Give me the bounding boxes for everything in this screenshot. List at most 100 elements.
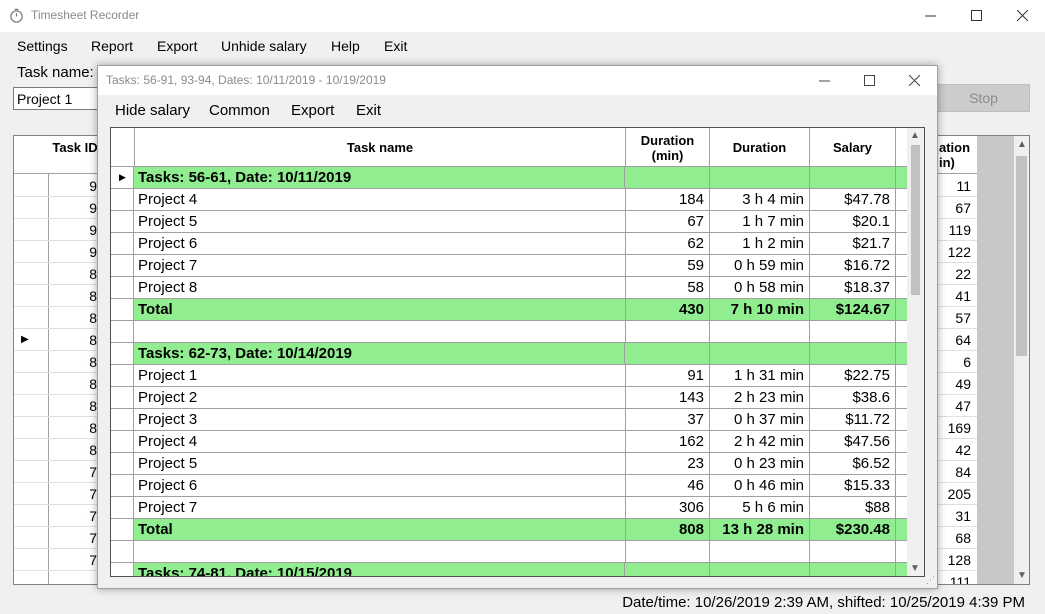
minimize-button[interactable]: [907, 0, 953, 30]
resize-grip-icon[interactable]: ⋰: [926, 575, 935, 586]
row-header[interactable]: [111, 189, 134, 210]
table-row[interactable]: Project 6 62 1 h 2 min $21.7: [111, 233, 908, 255]
menu-help[interactable]: Help: [331, 38, 360, 54]
total-row[interactable]: Total 808 13 h 28 min $230.48: [111, 519, 908, 541]
row-header[interactable]: [111, 365, 134, 386]
salary-cell: $16.72: [810, 255, 896, 276]
duration-cell: 0 h 59 min: [710, 255, 810, 276]
main-menu-bar: Settings Report Export Unhide salary Hel…: [0, 32, 1045, 60]
task-id-cell: 7: [50, 552, 100, 570]
task-id-cell: 7: [50, 508, 100, 526]
menu-settings[interactable]: Settings: [17, 38, 68, 54]
duration-min-cell: 306: [626, 497, 710, 518]
group-header-row[interactable]: Tasks: 62-73, Date: 10/14/2019: [111, 343, 908, 365]
salary-cell: $124.67: [810, 299, 896, 320]
scroll-up-icon[interactable]: ▲: [910, 130, 920, 141]
task-name-cell: [135, 541, 626, 562]
table-row[interactable]: Project 2 143 2 h 23 min $38.6: [111, 387, 908, 409]
column-header-salary[interactable]: Salary: [810, 128, 896, 167]
row-header[interactable]: ▶: [111, 167, 134, 188]
table-row[interactable]: Project 8 58 0 h 58 min $18.37: [111, 277, 908, 299]
row-header[interactable]: [111, 497, 134, 518]
table-row[interactable]: Project 4 162 2 h 42 min $47.56: [111, 431, 908, 453]
menu-common[interactable]: Common: [209, 102, 270, 119]
table-row[interactable]: Project 3 37 0 h 37 min $11.72: [111, 409, 908, 431]
task-name-input[interactable]: Project 1: [13, 87, 108, 110]
menu-report[interactable]: Report: [91, 38, 133, 54]
duration-cell: 205: [947, 486, 971, 502]
column-header-task-name[interactable]: Task name: [135, 128, 626, 167]
table-row[interactable]: Project 7 306 5 h 6 min $88: [111, 497, 908, 519]
row-header[interactable]: [111, 255, 134, 276]
empty-cell: [810, 563, 896, 576]
minimize-icon: [818, 80, 830, 81]
total-row[interactable]: Total 430 7 h 10 min $124.67: [111, 299, 908, 321]
duration-cell: 47: [955, 398, 971, 414]
row-header[interactable]: [111, 277, 134, 298]
dialog-close-button[interactable]: [891, 66, 937, 94]
spacer-row[interactable]: [111, 541, 908, 563]
task-id-cell: 9: [50, 222, 100, 240]
dialog-maximize-button[interactable]: [846, 66, 892, 94]
row-header[interactable]: [111, 431, 134, 452]
duration-min-cell: 23: [626, 453, 710, 474]
close-button[interactable]: [999, 0, 1045, 30]
report-grid-scrollbar[interactable]: ▲ ▼: [907, 128, 924, 576]
salary-cell: $6.52: [810, 453, 896, 474]
task-id-cell: 9: [50, 178, 100, 196]
spacer-row[interactable]: [111, 321, 908, 343]
scroll-down-icon[interactable]: ▼: [1017, 570, 1027, 581]
scroll-up-icon[interactable]: ▲: [1017, 139, 1027, 150]
row-header[interactable]: [111, 475, 134, 496]
task-name-cell: Project 5: [135, 211, 626, 232]
row-header[interactable]: [111, 299, 134, 320]
row-header[interactable]: [111, 563, 134, 576]
duration-cell: 11: [956, 178, 971, 194]
row-header[interactable]: [111, 541, 134, 562]
maximize-button[interactable]: [953, 0, 999, 30]
table-row[interactable]: Project 4 184 3 h 4 min $47.78: [111, 189, 908, 211]
task-name-cell: Project 6: [135, 475, 626, 496]
menu-export[interactable]: Export: [291, 102, 334, 119]
task-name-cell: Project 1: [135, 365, 626, 386]
scroll-down-icon[interactable]: ▼: [910, 563, 920, 574]
column-header-task-id[interactable]: Task ID: [50, 140, 100, 155]
row-header[interactable]: [111, 211, 134, 232]
duration-cell: 169: [947, 420, 971, 436]
group-title-cell: Tasks: 62-73, Date: 10/14/2019: [135, 343, 625, 364]
row-header[interactable]: [111, 519, 134, 540]
menu-export[interactable]: Export: [157, 38, 197, 54]
duration-cell: 2 h 42 min: [710, 431, 810, 452]
tasks-grid-scrollbar[interactable]: ▲ ▼: [1014, 136, 1029, 584]
group-title-cell: Tasks: 74-81, Date: 10/15/2019: [135, 563, 625, 576]
menu-exit[interactable]: Exit: [384, 38, 407, 54]
column-header-duration-min[interactable]: Duration (min): [626, 128, 710, 167]
row-header[interactable]: [111, 387, 134, 408]
report-grid[interactable]: Task name Duration (min) Duration Salary…: [110, 127, 925, 577]
group-header-row[interactable]: ▶ Tasks: 56-61, Date: 10/11/2019: [111, 167, 908, 189]
row-header[interactable]: [111, 321, 134, 342]
row-header[interactable]: [111, 453, 134, 474]
scrollbar-thumb[interactable]: [911, 145, 920, 295]
table-row[interactable]: Project 5 67 1 h 7 min $20.1: [111, 211, 908, 233]
menu-exit[interactable]: Exit: [356, 102, 381, 119]
menu-unhide-salary[interactable]: Unhide salary: [221, 38, 307, 54]
group-header-row[interactable]: Tasks: 74-81, Date: 10/15/2019: [111, 563, 908, 576]
table-row[interactable]: Project 1 91 1 h 31 min $22.75: [111, 365, 908, 387]
stop-button[interactable]: Stop: [937, 84, 1030, 112]
task-name-cell: Project 7: [135, 497, 626, 518]
duration-min-cell: [626, 321, 710, 342]
table-row[interactable]: Project 7 59 0 h 59 min $16.72: [111, 255, 908, 277]
table-row[interactable]: Project 6 46 0 h 46 min $15.33: [111, 475, 908, 497]
scrollbar-thumb[interactable]: [1016, 156, 1027, 356]
column-header-duration[interactable]: Duration: [710, 128, 810, 167]
dialog-minimize-button[interactable]: [801, 66, 847, 94]
task-name-cell: Total: [135, 299, 626, 320]
task-id-cell: 8: [50, 332, 100, 350]
menu-hide-salary[interactable]: Hide salary: [115, 102, 190, 119]
column-header-duration[interactable]: ation in): [939, 140, 979, 170]
row-header[interactable]: [111, 233, 134, 254]
row-header[interactable]: [111, 409, 134, 430]
table-row[interactable]: Project 5 23 0 h 23 min $6.52: [111, 453, 908, 475]
row-header[interactable]: [111, 343, 134, 364]
